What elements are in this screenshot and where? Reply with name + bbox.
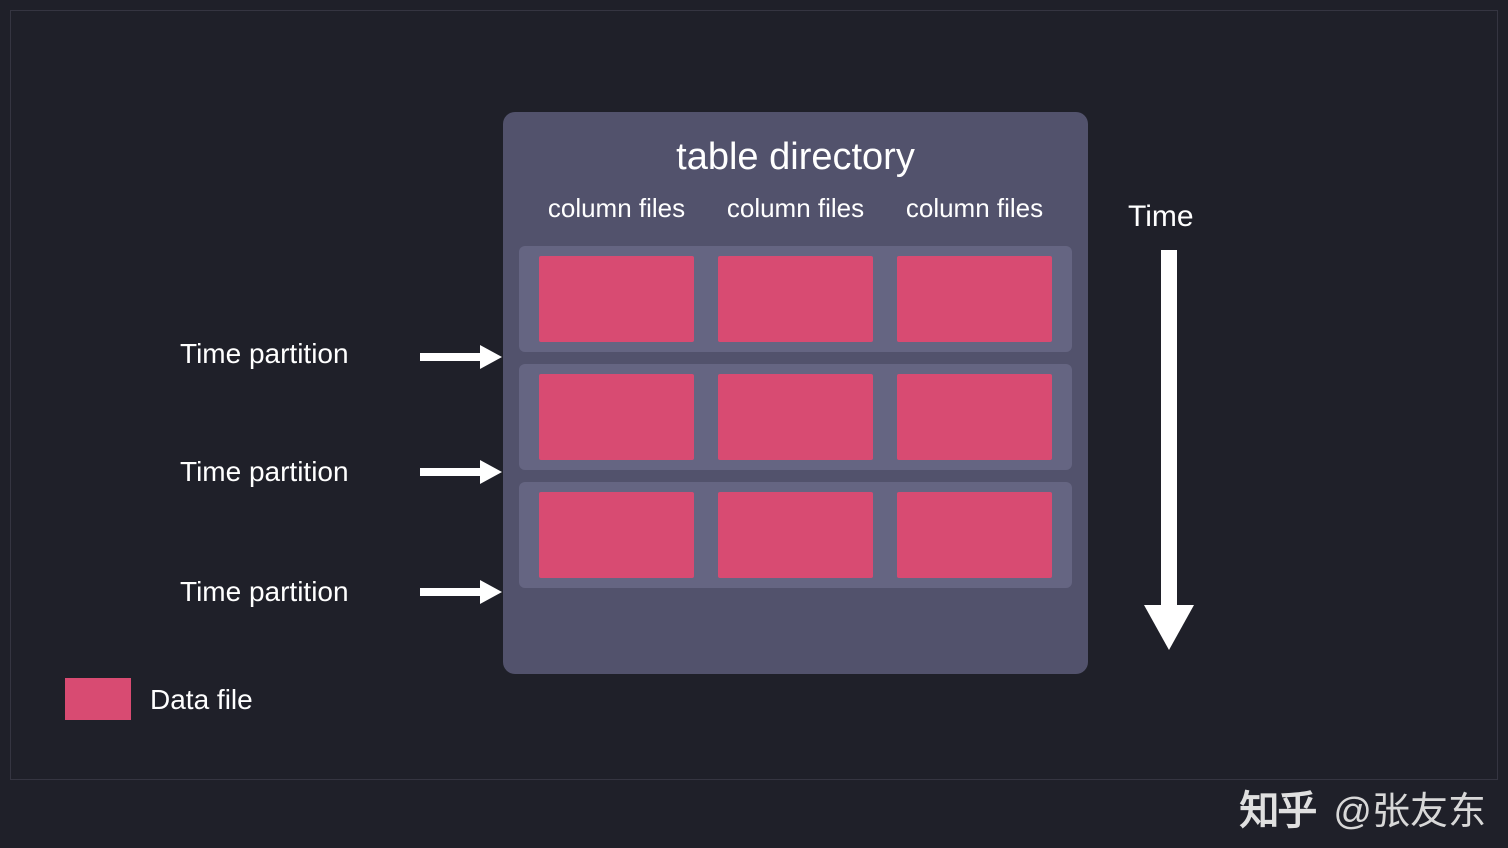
row-label: Time partition [180, 576, 349, 608]
arrow-right-icon [420, 460, 502, 484]
data-file-block [539, 492, 694, 578]
partition-row [519, 482, 1072, 588]
legend-label: Data file [150, 684, 253, 716]
zhihu-logo-icon: 知乎 [1239, 778, 1315, 836]
row-label: Time partition [180, 456, 349, 488]
data-file-block [897, 492, 1052, 578]
time-axis-label: Time [1128, 200, 1194, 234]
author-name: @张友东 [1333, 780, 1486, 835]
arrow-right-icon [420, 580, 502, 604]
partition-row [519, 246, 1072, 352]
data-file-block [718, 256, 873, 342]
data-file-block [539, 374, 694, 460]
watermark: 知乎 @张友东 [1239, 778, 1486, 836]
arrow-right-icon [420, 345, 502, 369]
legend-swatch [65, 678, 131, 720]
column-header: column files [897, 193, 1052, 224]
column-headers: column files column files column files [503, 179, 1088, 234]
data-file-block [897, 256, 1052, 342]
column-header: column files [539, 193, 694, 224]
row-label: Time partition [180, 338, 349, 370]
data-file-block [539, 256, 694, 342]
table-directory-box: table directory column files column file… [503, 112, 1088, 674]
column-header: column files [718, 193, 873, 224]
data-file-block [718, 492, 873, 578]
data-file-block [718, 374, 873, 460]
partition-row [519, 364, 1072, 470]
directory-title: table directory [503, 112, 1088, 179]
arrow-down-icon [1144, 250, 1194, 655]
data-file-block [897, 374, 1052, 460]
